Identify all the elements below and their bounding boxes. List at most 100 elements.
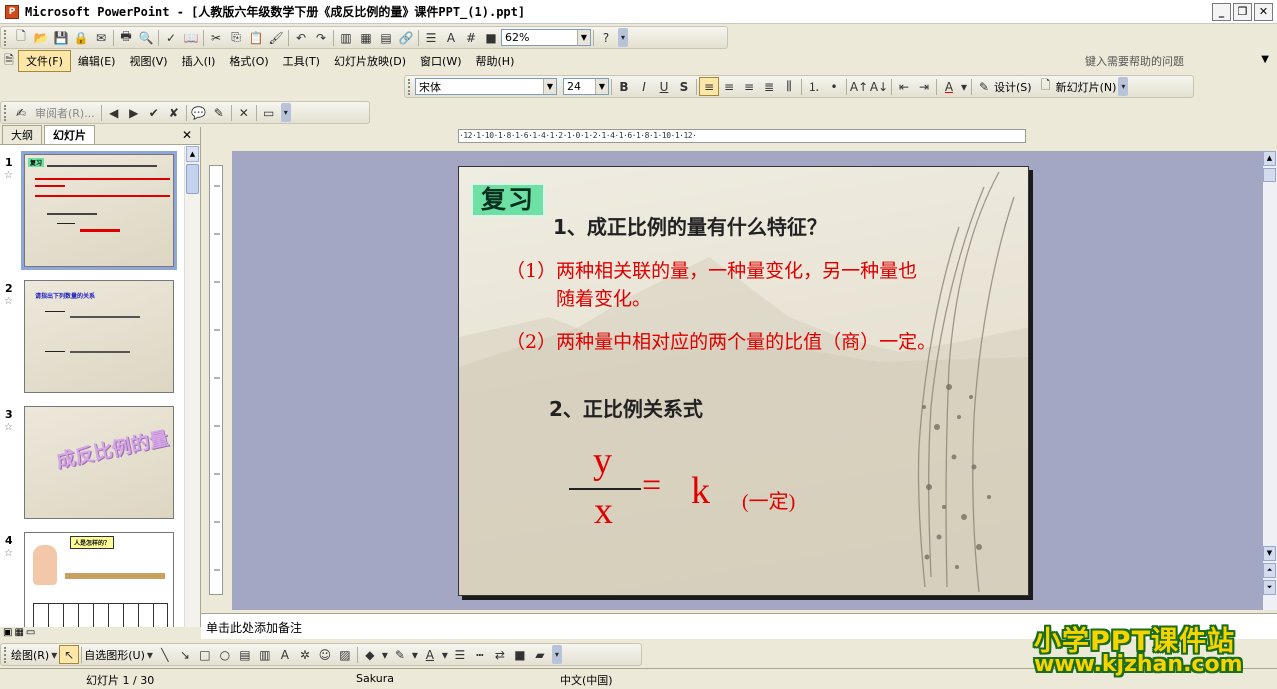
draw-menu-button[interactable]: 绘图(R)	[11, 647, 49, 663]
help-icon[interactable]: ?	[596, 28, 616, 47]
cut-icon[interactable]: ✂	[206, 28, 226, 47]
menu-tools[interactable]: 工具(T)	[276, 51, 327, 71]
restore-button[interactable]: ❐	[1233, 3, 1252, 21]
menu-help[interactable]: 帮助(H)	[469, 51, 522, 71]
font-color-icon[interactable]: A	[420, 645, 440, 664]
decrease-indent-icon[interactable]: ⇤	[894, 77, 914, 96]
dash-style-icon[interactable]: ┅	[470, 645, 490, 664]
picture-icon[interactable]: ▨	[335, 645, 355, 664]
help-search-input[interactable]: 键入需要帮助的问题	[1085, 53, 1255, 69]
formula-constant[interactable]: k	[691, 469, 710, 513]
color-grayscale-icon[interactable]: ■	[481, 28, 501, 47]
toolbar-grip[interactable]	[408, 78, 412, 95]
previous-icon[interactable]: ◀	[104, 103, 124, 122]
font-select[interactable]: 宋体 ▼	[415, 78, 557, 95]
research-icon[interactable]: 📖	[181, 28, 201, 47]
chevron-down-icon[interactable]: ▾	[959, 77, 969, 96]
next-icon[interactable]: ▶	[124, 103, 144, 122]
underline-icon[interactable]: U	[654, 77, 674, 96]
menu-window[interactable]: 窗口(W)	[413, 51, 468, 71]
font-size-select[interactable]: 24 ▼	[563, 78, 609, 95]
slide-thumbnail-3[interactable]: 3 ☆ 成反比例的量	[0, 404, 184, 526]
menu-slideshow[interactable]: 幻灯片放映(D)	[327, 51, 413, 71]
slide-thumbnail-1[interactable]: 1 ☆ 复习	[0, 151, 184, 274]
new-slide-icon[interactable]: 🗋	[1036, 77, 1056, 96]
line-color-icon[interactable]: ✎	[390, 645, 410, 664]
markup-icon[interactable]: ✍	[11, 103, 31, 122]
slide-point-1[interactable]: （1）两种相关联的量，一种量变化，另一种量也 随着变化。	[506, 257, 1021, 313]
chevron-down-icon[interactable]: ▼	[577, 30, 590, 45]
document-icon[interactable]: 🗎	[0, 52, 18, 71]
toolbar-options-icon[interactable]: ▾	[618, 28, 628, 47]
select-pointer-icon[interactable]: ↖	[59, 645, 80, 664]
toolbar-grip[interactable]	[4, 646, 8, 663]
minimize-button[interactable]: _	[1212, 3, 1231, 21]
email-icon[interactable]: ✉	[91, 28, 111, 47]
menu-insert[interactable]: 插入(I)	[175, 51, 223, 71]
shadow-style-icon[interactable]: ■	[510, 645, 530, 664]
vertical-textbox-icon[interactable]: ▥	[255, 645, 275, 664]
toolbar-options-icon[interactable]: ▾	[1118, 77, 1129, 96]
edit-comment-icon[interactable]: ✎	[209, 103, 229, 122]
delete-comment-icon[interactable]: ✕	[234, 103, 254, 122]
bullets-icon[interactable]: •	[824, 77, 844, 96]
redo-icon[interactable]: ↷	[311, 28, 331, 47]
powerpoint-icon[interactable]: P	[5, 4, 19, 19]
scroll-up-icon[interactable]: ▲	[186, 146, 199, 162]
arrow-icon[interactable]: ↘	[175, 645, 195, 664]
line-icon[interactable]: ╲	[155, 645, 175, 664]
spelling-icon[interactable]: ✓	[161, 28, 181, 47]
copy-icon[interactable]: ⎘	[226, 28, 246, 47]
3d-style-icon[interactable]: ▰	[530, 645, 550, 664]
insert-chart-icon[interactable]: ▥	[336, 28, 356, 47]
current-slide[interactable]: 复习 1、成正比例的量有什么特征？ （1）两种相关联的量，一种量变化，另一种量也…	[458, 166, 1029, 596]
wordart-icon[interactable]: A	[275, 645, 295, 664]
shadow-icon[interactable]: S	[674, 77, 694, 96]
expand-all-icon[interactable]: ☰	[421, 28, 441, 47]
insert-comment-icon[interactable]: 💬	[189, 103, 209, 122]
scrollbar-thumb[interactable]	[1263, 168, 1276, 182]
zoom-select[interactable]: 62% ▼	[501, 29, 591, 46]
menu-view[interactable]: 视图(V)	[122, 51, 174, 71]
save-icon[interactable]: 💾	[51, 28, 71, 47]
bold-icon[interactable]: B	[614, 77, 634, 96]
design-icon[interactable]: ✎	[974, 77, 994, 96]
align-center-icon[interactable]: ≡	[719, 77, 739, 96]
diagram-icon[interactable]: ✲	[295, 645, 315, 664]
font-color-icon[interactable]: A	[939, 77, 959, 96]
insert-table-icon[interactable]: ▦	[356, 28, 376, 47]
close-button[interactable]: ✕	[1254, 3, 1273, 21]
slide-thumbnail-4[interactable]: 4 ☆ 人是怎样的？	[0, 530, 184, 627]
toolbar-options-icon[interactable]: ▾	[280, 103, 291, 122]
slide-heading-1[interactable]: 1、成正比例的量有什么特征？	[553, 211, 827, 240]
increase-font-icon[interactable]: A↑	[849, 77, 869, 96]
main-scrollbar[interactable]: ▲ ▼ ⏶ ⏷	[1263, 151, 1277, 610]
align-right-icon[interactable]: ≡	[739, 77, 759, 96]
slide-thumbnail-2[interactable]: 2 ☆ 请指出下列数量的关系	[0, 278, 184, 400]
menu-file[interactable]: 文件(F)	[18, 50, 71, 72]
next-slide-icon[interactable]: ⏷	[1263, 580, 1276, 595]
arrow-style-icon[interactable]: ⇄	[490, 645, 510, 664]
clipart-icon[interactable]: ☺	[315, 645, 335, 664]
chevron-down-icon[interactable]: ▼	[595, 79, 608, 94]
format-painter-icon[interactable]: 🖌	[266, 28, 286, 47]
previous-slide-icon[interactable]: ⏶	[1263, 563, 1276, 578]
tables-borders-icon[interactable]: ▤	[376, 28, 396, 47]
review-badge[interactable]: 复习	[471, 183, 545, 217]
slide-heading-2[interactable]: 2、正比例关系式	[549, 393, 703, 422]
toolbar-grip[interactable]	[4, 29, 8, 46]
formula-denominator[interactable]: x	[594, 489, 613, 533]
insert-hyperlink-icon[interactable]: 🔗	[396, 28, 416, 47]
chevron-down-icon[interactable]: ▾	[410, 645, 420, 664]
show-formatting-icon[interactable]: A	[441, 28, 461, 47]
fill-color-icon[interactable]: ◆	[360, 645, 380, 664]
close-icon[interactable]: ✕	[182, 128, 192, 142]
chevron-down-icon[interactable]: ▼	[543, 79, 556, 94]
autoshapes-button[interactable]: 自选图形(U)	[84, 647, 145, 663]
formula-equals[interactable]: =	[642, 467, 661, 505]
slideshow-icon[interactable]: ▭	[26, 627, 35, 639]
formula-constant-note[interactable]: (一定)	[742, 485, 795, 514]
panel-scrollbar[interactable]: ▲	[184, 146, 200, 627]
rectangle-icon[interactable]: □	[195, 645, 215, 664]
chevron-down-icon[interactable]: ▼	[1261, 54, 1269, 65]
